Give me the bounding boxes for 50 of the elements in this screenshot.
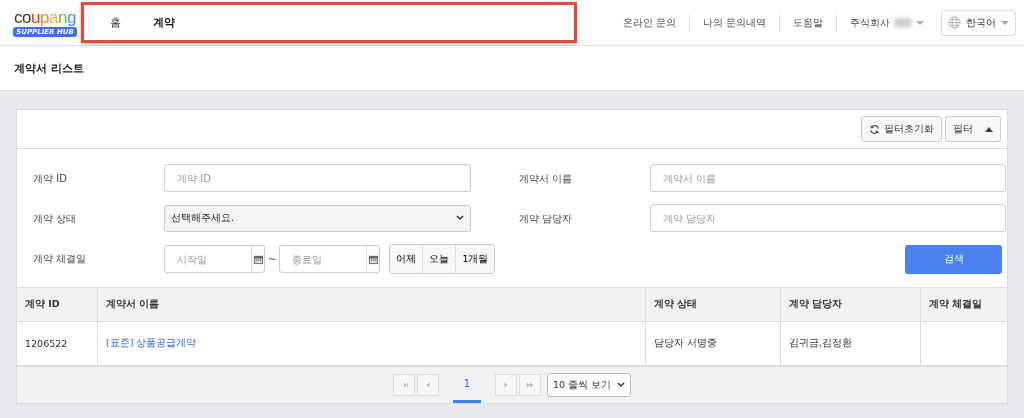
table-cell: 담당자 서명중	[654, 337, 718, 348]
chevron-down-icon	[456, 215, 464, 221]
text-field[interactable]: 계약서 이름	[650, 164, 1006, 192]
reset-filter-button[interactable]: 필터초기화	[861, 116, 942, 142]
page-title: 계약서 리스트	[0, 46, 1024, 91]
header-link[interactable]: 온라인 문의	[609, 14, 690, 31]
account-name[interactable]: 주식회사	[850, 15, 890, 30]
caret-icon	[916, 20, 924, 25]
field-label: 계약 담당자	[519, 212, 574, 226]
quick-range-button[interactable]: 어제	[390, 245, 424, 273]
redaction-mark	[894, 18, 912, 27]
contract-link[interactable]: [표준] 상품공급계약	[106, 337, 197, 348]
filter-toggle-button[interactable]: 필터	[945, 116, 1001, 142]
calendar-icon	[367, 253, 379, 265]
field-label: 계약 체결일	[33, 252, 88, 266]
nav-tab[interactable]: 홈	[108, 13, 123, 32]
page-number[interactable]: 1	[452, 367, 481, 403]
field-label: 계약 상태	[33, 212, 78, 226]
header-link[interactable]: 나의 문의내역	[689, 14, 780, 31]
globe-icon	[948, 16, 961, 29]
range-separator: ~	[268, 253, 277, 265]
text-field[interactable]: 계약 담당자	[650, 204, 1006, 232]
column-header: 계약 담당자	[780, 287, 921, 322]
chevron-down-icon	[617, 382, 626, 388]
nav-tab[interactable]: 계약	[151, 13, 177, 32]
last-page-icon[interactable]	[525, 381, 534, 389]
column-header: 계약 체결일	[920, 287, 1007, 322]
language-selector[interactable]: 한국어	[941, 9, 1016, 36]
status-dropdown[interactable]: 선택해주세요.	[164, 204, 471, 232]
table-cell: 1206522	[25, 338, 68, 349]
column-header: 계약 상태	[645, 287, 781, 322]
logo-wordmark[interactable]: coupang	[14, 8, 76, 26]
page-size-dropdown[interactable]: 10 줄씩 보기	[546, 373, 632, 397]
quick-range-button[interactable]: 오늘	[423, 245, 457, 273]
search-button[interactable]: 검색	[905, 244, 1002, 274]
text-field[interactable]: 계약 ID	[164, 164, 471, 192]
field-label: 계약 ID	[33, 172, 68, 186]
column-header: 계약서 이름	[97, 287, 646, 322]
quick-range-button[interactable]: 1개월	[456, 245, 495, 273]
start-date-field[interactable]: 시작일	[164, 245, 265, 273]
header-link[interactable]: 도움말	[780, 14, 837, 31]
calendar-icon	[252, 253, 264, 265]
table-cell: 김귀금,김정환	[789, 337, 853, 348]
refresh-icon	[869, 123, 880, 135]
next-page-icon[interactable]	[501, 381, 510, 389]
caret-icon	[1001, 20, 1009, 25]
column-header: 계약 ID	[17, 287, 98, 322]
field-label: 계약서 이름	[519, 172, 574, 186]
end-date-field[interactable]: 종료일	[279, 245, 381, 273]
caret-icon	[985, 126, 993, 132]
